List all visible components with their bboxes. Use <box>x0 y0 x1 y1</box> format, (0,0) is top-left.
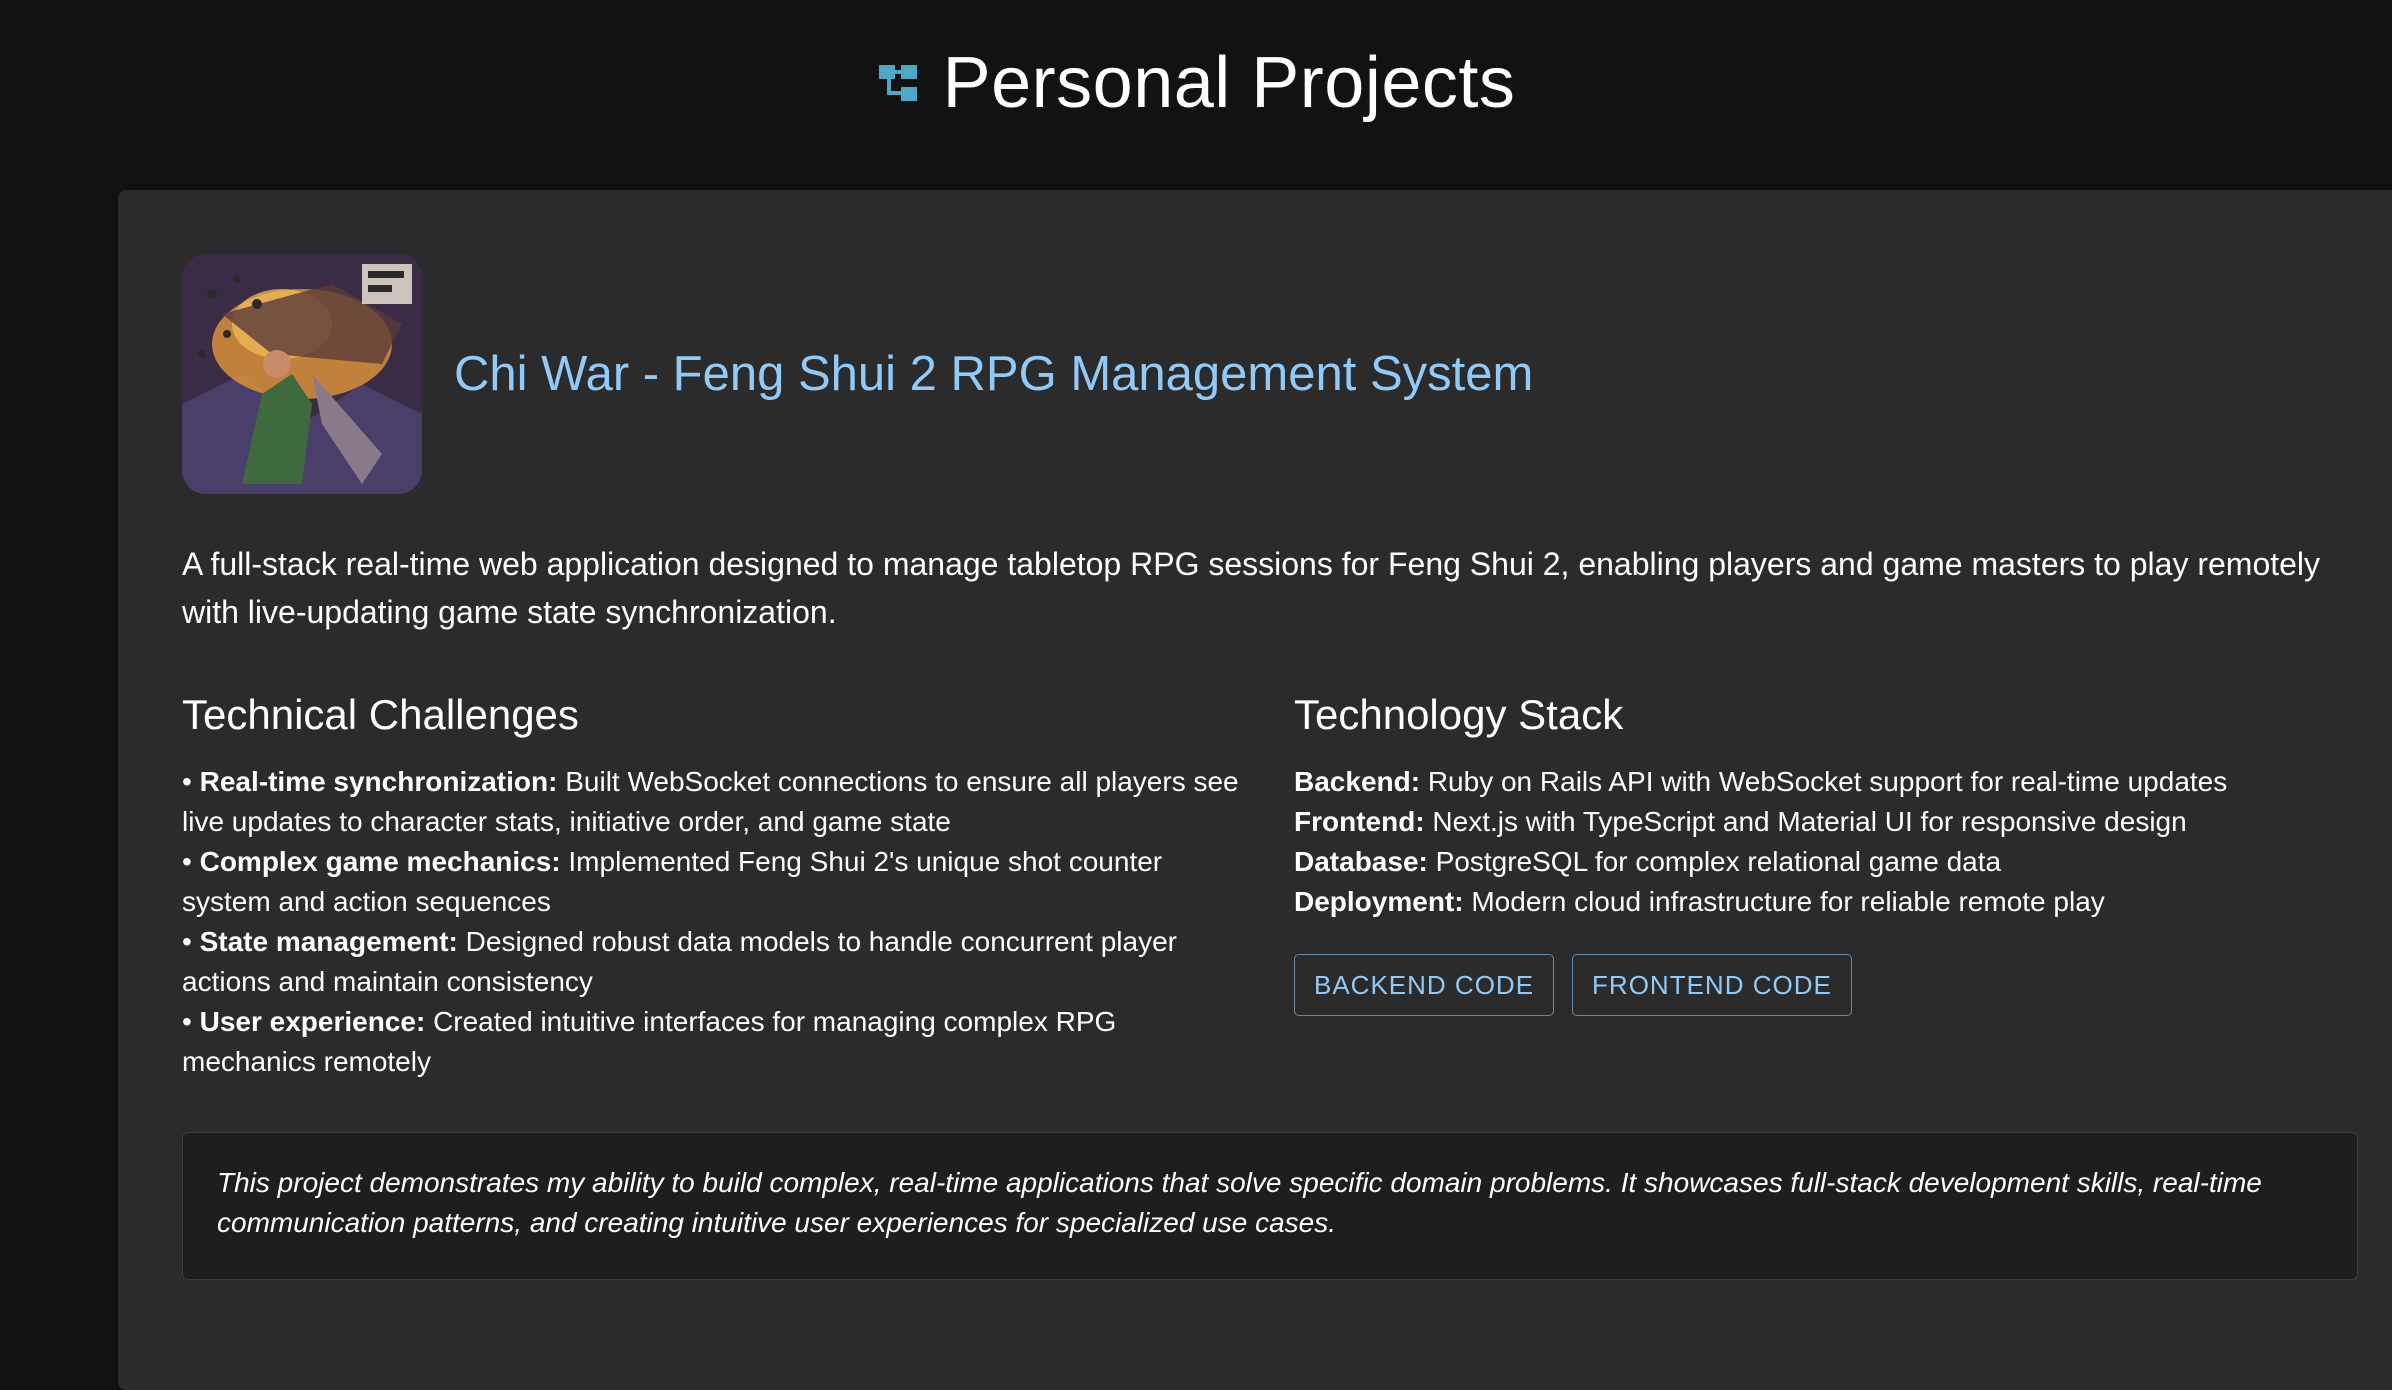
stack-text: PostgreSQL for complex relational game d… <box>1435 846 2002 877</box>
project-summary: This project demonstrates my ability to … <box>182 1132 2358 1280</box>
stack-item-deployment: Deployment: Modern cloud infrastructure … <box>1294 882 2374 922</box>
page-header: Personal Projects <box>0 0 2392 190</box>
project-description: A full-stack real-time web application d… <box>182 546 2321 630</box>
feng-shui-cover-art <box>182 254 422 494</box>
stack-text: Ruby on Rails API with WebSocket support… <box>1427 766 2228 797</box>
stack-item-backend: Backend: Ruby on Rails API with WebSocke… <box>1294 762 2374 802</box>
challenges-title: Technical Challenges <box>182 691 579 738</box>
bullet-marker: • <box>182 1006 192 1037</box>
challenge-label: User experience: <box>199 1006 426 1037</box>
bullet-marker: • <box>182 846 192 877</box>
stack-title: Technology Stack <box>1294 691 1624 738</box>
project-header: Chi War - Feng Shui 2 RPG Management Sys… <box>182 254 1533 494</box>
stack-label: Deployment: <box>1294 886 1464 917</box>
technical-challenges-section: Technical Challenges • Real-time synchro… <box>182 690 1242 1082</box>
bullet-marker: • <box>182 926 192 957</box>
stack-label: Backend: <box>1294 766 1421 797</box>
project-tree-icon <box>878 64 917 101</box>
challenge-item: • State management: Designed robust data… <box>182 922 1242 1002</box>
header-inner: Personal Projects <box>877 42 1516 124</box>
stack-text: Next.js with TypeScript and Material UI … <box>1432 806 2187 837</box>
challenge-item: • Complex game mechanics: Implemented Fe… <box>182 842 1242 922</box>
stack-label: Frontend: <box>1294 806 1425 837</box>
technology-stack-section: Technology Stack Backend: Ruby on Rails … <box>1294 690 2374 1016</box>
stack-text: Modern cloud infrastructure for reliable… <box>1471 886 2105 917</box>
bullet-marker: • <box>182 766 192 797</box>
project-card: Chi War - Feng Shui 2 RPG Management Sys… <box>118 190 2392 1390</box>
page-title: Personal Projects <box>942 42 1516 123</box>
frontend-code-button[interactable]: FRONTEND CODE <box>1572 954 1852 1016</box>
project-title: Chi War - Feng Shui 2 RPG Management Sys… <box>454 347 1534 401</box>
challenge-item: • Real-time synchronization: Built WebSo… <box>182 762 1242 842</box>
stack-item-database: Database: PostgreSQL for complex relatio… <box>1294 842 2374 882</box>
project-thumbnail <box>182 254 422 494</box>
stack-label: Database: <box>1294 846 1428 877</box>
challenge-label: Real-time synchronization: <box>199 766 558 797</box>
code-links: BACKEND CODE FRONTEND CODE <box>1294 954 2374 1016</box>
challenge-label: Complex game mechanics: <box>199 846 561 877</box>
challenge-item: • User experience: Created intuitive int… <box>182 1002 1242 1082</box>
backend-code-button[interactable]: BACKEND CODE <box>1294 954 1555 1016</box>
challenge-label: State management: <box>199 926 458 957</box>
stack-item-frontend: Frontend: Next.js with TypeScript and Ma… <box>1294 802 2374 842</box>
